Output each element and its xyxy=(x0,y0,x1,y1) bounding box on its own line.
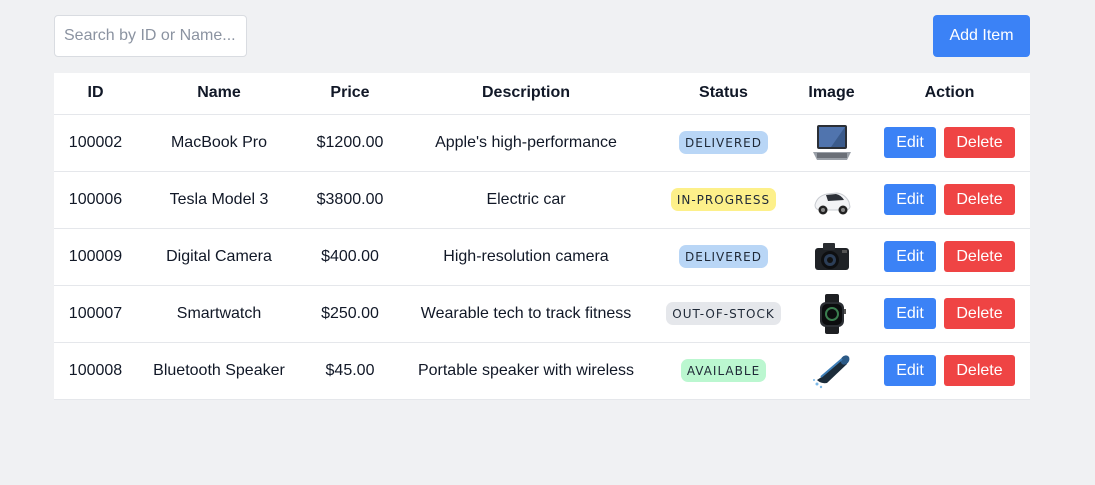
speaker-image xyxy=(811,350,853,392)
add-item-button[interactable]: Add Item xyxy=(933,15,1030,57)
status-badge: DELIVERED xyxy=(679,245,768,268)
row-actions: Edit Delete xyxy=(884,241,1015,272)
cell-price: $1200.00 xyxy=(301,114,399,172)
cell-name: Smartwatch xyxy=(137,285,301,343)
cell-description: Portable speaker with wireless xyxy=(399,342,653,400)
toolbar: Add Item xyxy=(54,15,1030,57)
header-price: Price xyxy=(301,73,399,115)
cell-description: High-resolution camera xyxy=(399,228,653,286)
camera-image xyxy=(811,236,853,278)
edit-button[interactable]: Edit xyxy=(884,241,936,272)
cell-description: Apple's high-performance xyxy=(399,114,653,172)
delete-button[interactable]: Delete xyxy=(944,355,1015,386)
cell-action: Edit Delete xyxy=(869,114,1030,172)
cell-action: Edit Delete xyxy=(869,171,1030,229)
edit-button[interactable]: Edit xyxy=(884,298,936,329)
cell-status: IN-PROGRESS xyxy=(653,171,794,229)
status-badge: DELIVERED xyxy=(679,131,768,154)
cell-id: 100007 xyxy=(54,285,137,343)
cell-price: $45.00 xyxy=(301,342,399,400)
edit-button[interactable]: Edit xyxy=(884,184,936,215)
cell-description: Electric car xyxy=(399,171,653,229)
edit-button[interactable]: Edit xyxy=(884,127,936,158)
cell-action: Edit Delete xyxy=(869,228,1030,286)
cell-price: $3800.00 xyxy=(301,171,399,229)
table-row: 100009 Digital Camera $400.00 High-resol… xyxy=(54,228,1030,286)
row-actions: Edit Delete xyxy=(884,355,1015,386)
delete-button[interactable]: Delete xyxy=(944,184,1015,215)
cell-price: $400.00 xyxy=(301,228,399,286)
cell-status: DELIVERED xyxy=(653,228,794,286)
delete-button[interactable]: Delete xyxy=(944,298,1015,329)
cell-name: Bluetooth Speaker xyxy=(137,342,301,400)
delete-button[interactable]: Delete xyxy=(944,241,1015,272)
cell-description: Wearable tech to track fitness xyxy=(399,285,653,343)
header-id: ID xyxy=(54,73,137,115)
cell-id: 100008 xyxy=(54,342,137,400)
header-name: Name xyxy=(137,73,301,115)
cell-name: MacBook Pro xyxy=(137,114,301,172)
header-status: Status xyxy=(653,73,794,115)
table-body: 100002 MacBook Pro $1200.00 Apple's high… xyxy=(54,114,1030,400)
laptop-image xyxy=(811,122,853,164)
cell-action: Edit Delete xyxy=(869,285,1030,343)
table-row: 100002 MacBook Pro $1200.00 Apple's high… xyxy=(54,114,1030,172)
row-actions: Edit Delete xyxy=(884,127,1015,158)
status-badge: IN-PROGRESS xyxy=(670,188,777,211)
row-actions: Edit Delete xyxy=(884,298,1015,329)
cell-id: 100002 xyxy=(54,114,137,172)
cell-status: DELIVERED xyxy=(653,114,794,172)
cell-status: AVAILABLE xyxy=(653,342,794,400)
edit-button[interactable]: Edit xyxy=(884,355,936,386)
table-row: 100007 Smartwatch $250.00 Wearable tech … xyxy=(54,285,1030,343)
items-table: ID Name Price Description Status Image A… xyxy=(54,73,1030,400)
cell-action: Edit Delete xyxy=(869,342,1030,400)
cell-price: $250.00 xyxy=(301,285,399,343)
row-actions: Edit Delete xyxy=(884,184,1015,215)
cell-image xyxy=(794,114,869,172)
items-table-container: ID Name Price Description Status Image A… xyxy=(54,73,1030,400)
cell-id: 100009 xyxy=(54,228,137,286)
table-row: 100008 Bluetooth Speaker $45.00 Portable… xyxy=(54,342,1030,400)
header-action: Action xyxy=(869,73,1030,115)
cell-image xyxy=(794,342,869,400)
cell-name: Tesla Model 3 xyxy=(137,171,301,229)
cell-image xyxy=(794,285,869,343)
table-row: 100006 Tesla Model 3 $3800.00 Electric c… xyxy=(54,171,1030,229)
cell-status: OUT-OF-STOCK xyxy=(653,285,794,343)
cell-image xyxy=(794,228,869,286)
header-description: Description xyxy=(399,73,653,115)
search-input[interactable] xyxy=(54,15,247,57)
header-image: Image xyxy=(794,73,869,115)
delete-button[interactable]: Delete xyxy=(944,127,1015,158)
car-image xyxy=(811,179,853,221)
cell-name: Digital Camera xyxy=(137,228,301,286)
status-badge: AVAILABLE xyxy=(680,359,767,382)
status-badge: OUT-OF-STOCK xyxy=(666,302,781,325)
cell-id: 100006 xyxy=(54,171,137,229)
smartwatch-image xyxy=(811,293,853,335)
table-header: ID Name Price Description Status Image A… xyxy=(54,73,1030,115)
cell-image xyxy=(794,171,869,229)
